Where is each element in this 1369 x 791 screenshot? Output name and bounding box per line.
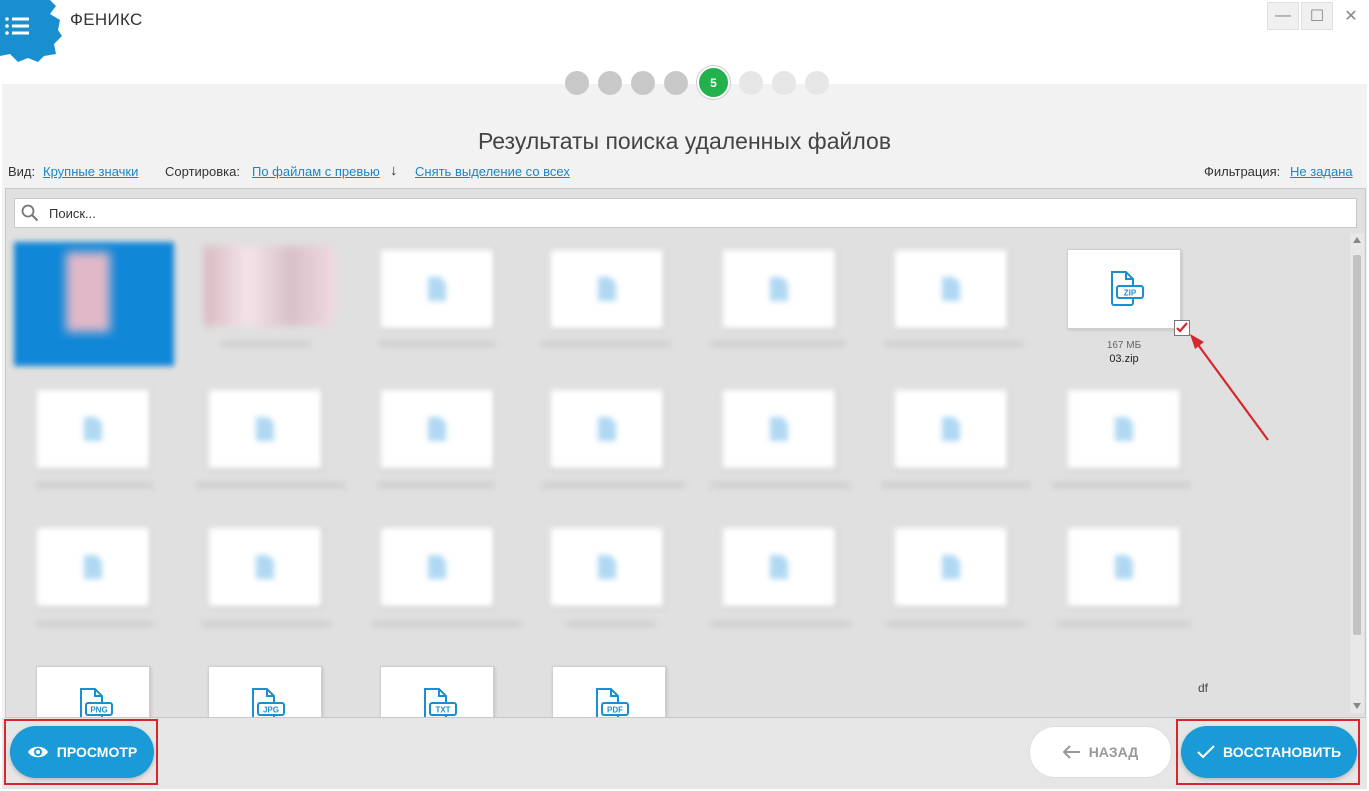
blurred-filename — [566, 621, 656, 627]
file-icon — [770, 417, 788, 441]
blurred-image-tile[interactable] — [204, 246, 334, 326]
step-dot-8 — [805, 70, 829, 95]
blurred-filename — [711, 482, 851, 488]
file-icon — [1115, 555, 1133, 579]
zip-thumbnail: ZIP — [1067, 249, 1181, 329]
search-input[interactable] — [49, 203, 1339, 223]
file-icon — [598, 555, 616, 579]
blurred-filename — [884, 341, 1024, 347]
file-icon — [942, 417, 960, 441]
blurred-filename — [881, 482, 1031, 488]
step-dot-4 — [664, 70, 688, 95]
blurred-filename — [378, 341, 496, 347]
blurred-filename — [371, 621, 521, 627]
deselect-all-link[interactable]: Снять выделение со всех — [415, 164, 570, 179]
file-icon — [256, 417, 274, 441]
txt-badge: TXT — [435, 706, 450, 715]
blurred-filename — [36, 482, 154, 488]
preview-button[interactable]: ПРОСМОТР — [10, 726, 154, 778]
blurred-filename — [376, 482, 496, 488]
file-icon — [84, 417, 102, 441]
file-icon — [598, 417, 616, 441]
filter-link[interactable]: Не задана — [1290, 164, 1353, 179]
restore-button[interactable]: ВОССТАНОВИТЬ — [1181, 726, 1357, 778]
file-icon — [598, 277, 616, 301]
truncated-filename-fragment: df — [1198, 681, 1209, 695]
zip-file-size: 167 МБ — [1106, 340, 1142, 351]
sort-direction-arrow-icon[interactable]: ↓ — [390, 162, 398, 179]
blurred-filename — [1056, 621, 1191, 627]
minimize-button[interactable]: — — [1267, 2, 1299, 30]
checkmark-icon — [1176, 322, 1188, 333]
png-badge: PNG — [90, 706, 107, 715]
page-title: Результаты поиска удаленных файлов — [477, 128, 892, 154]
file-icon — [428, 277, 446, 301]
arrow-left-icon — [1062, 745, 1080, 759]
png-file-icon: PNG — [80, 688, 113, 717]
file-icon — [942, 555, 960, 579]
filter-label: Фильтрация: — [1204, 164, 1281, 179]
txt-file-icon: TXT — [424, 688, 457, 717]
blurred-filename — [221, 341, 311, 347]
eye-icon — [27, 746, 48, 758]
scroll-down-arrow-icon[interactable] — [1353, 703, 1361, 709]
sort-mode-link[interactable]: По файлам с превью — [252, 164, 380, 179]
file-icon — [428, 555, 446, 579]
jpg-file-icon: JPG — [252, 688, 285, 717]
scroll-thumb[interactable] — [1353, 255, 1361, 635]
step-indicator: 5 — [565, 66, 829, 99]
view-mode-link[interactable]: Крупные значки — [43, 164, 138, 179]
step-dot-2 — [598, 70, 622, 95]
blurred-filename — [201, 621, 331, 627]
app-logo-gear-icon — [0, 0, 62, 62]
step-dot-7 — [772, 70, 796, 95]
zip-file-name: 03.zip — [1109, 353, 1139, 365]
file-icon — [428, 417, 446, 441]
file-icon — [770, 555, 788, 579]
blurred-filename — [711, 621, 851, 627]
pdf-file-icon: PDF — [596, 688, 629, 717]
zip-badge: ZIP — [1124, 289, 1137, 298]
restore-button-label: ВОССТАНОВИТЬ — [1222, 744, 1342, 760]
blurred-filename — [711, 341, 846, 347]
checkmark-icon — [1197, 745, 1215, 759]
step-dot-6 — [739, 70, 763, 95]
blurred-filename — [36, 621, 154, 627]
file-results-area: ZIP 167 МБ 03.zip df — [5, 188, 1366, 718]
scroll-up-arrow-icon[interactable] — [1353, 237, 1361, 243]
file-icon — [942, 277, 960, 301]
step-dot-1 — [565, 70, 589, 95]
blurred-filename — [1051, 482, 1191, 488]
search-box[interactable] — [14, 198, 1357, 228]
jpg-badge: JPG — [263, 706, 279, 715]
zip-file-checkbox[interactable] — [1174, 320, 1190, 336]
app-title: ФЕНИКС — [70, 10, 143, 29]
file-icon — [84, 555, 102, 579]
sort-label: Сортировка: — [165, 164, 240, 179]
step-dot-active: 5 — [697, 66, 730, 99]
view-label: Вид: — [8, 164, 36, 179]
file-icon — [770, 277, 788, 301]
blurred-filename — [541, 341, 671, 347]
blurred-filename — [886, 621, 1026, 627]
step-dot-3 — [631, 70, 655, 95]
file-icon — [256, 555, 274, 579]
blurred-filename — [196, 482, 346, 488]
preview-button-label: ПРОСМОТР — [56, 744, 138, 760]
back-button[interactable]: НАЗАД — [1029, 726, 1172, 778]
back-button-label: НАЗАД — [1088, 744, 1139, 760]
results-scrollbar[interactable] — [1350, 233, 1364, 713]
search-icon — [21, 204, 39, 222]
blurred-thumbnail — [66, 252, 110, 332]
zip-file-icon: ZIP — [1111, 271, 1144, 306]
blurred-filename — [541, 482, 686, 488]
maximize-button[interactable]: ☐ — [1301, 2, 1333, 30]
file-icon — [1115, 417, 1133, 441]
close-button[interactable]: ✕ — [1335, 2, 1367, 30]
pdf-badge: PDF — [607, 706, 623, 715]
